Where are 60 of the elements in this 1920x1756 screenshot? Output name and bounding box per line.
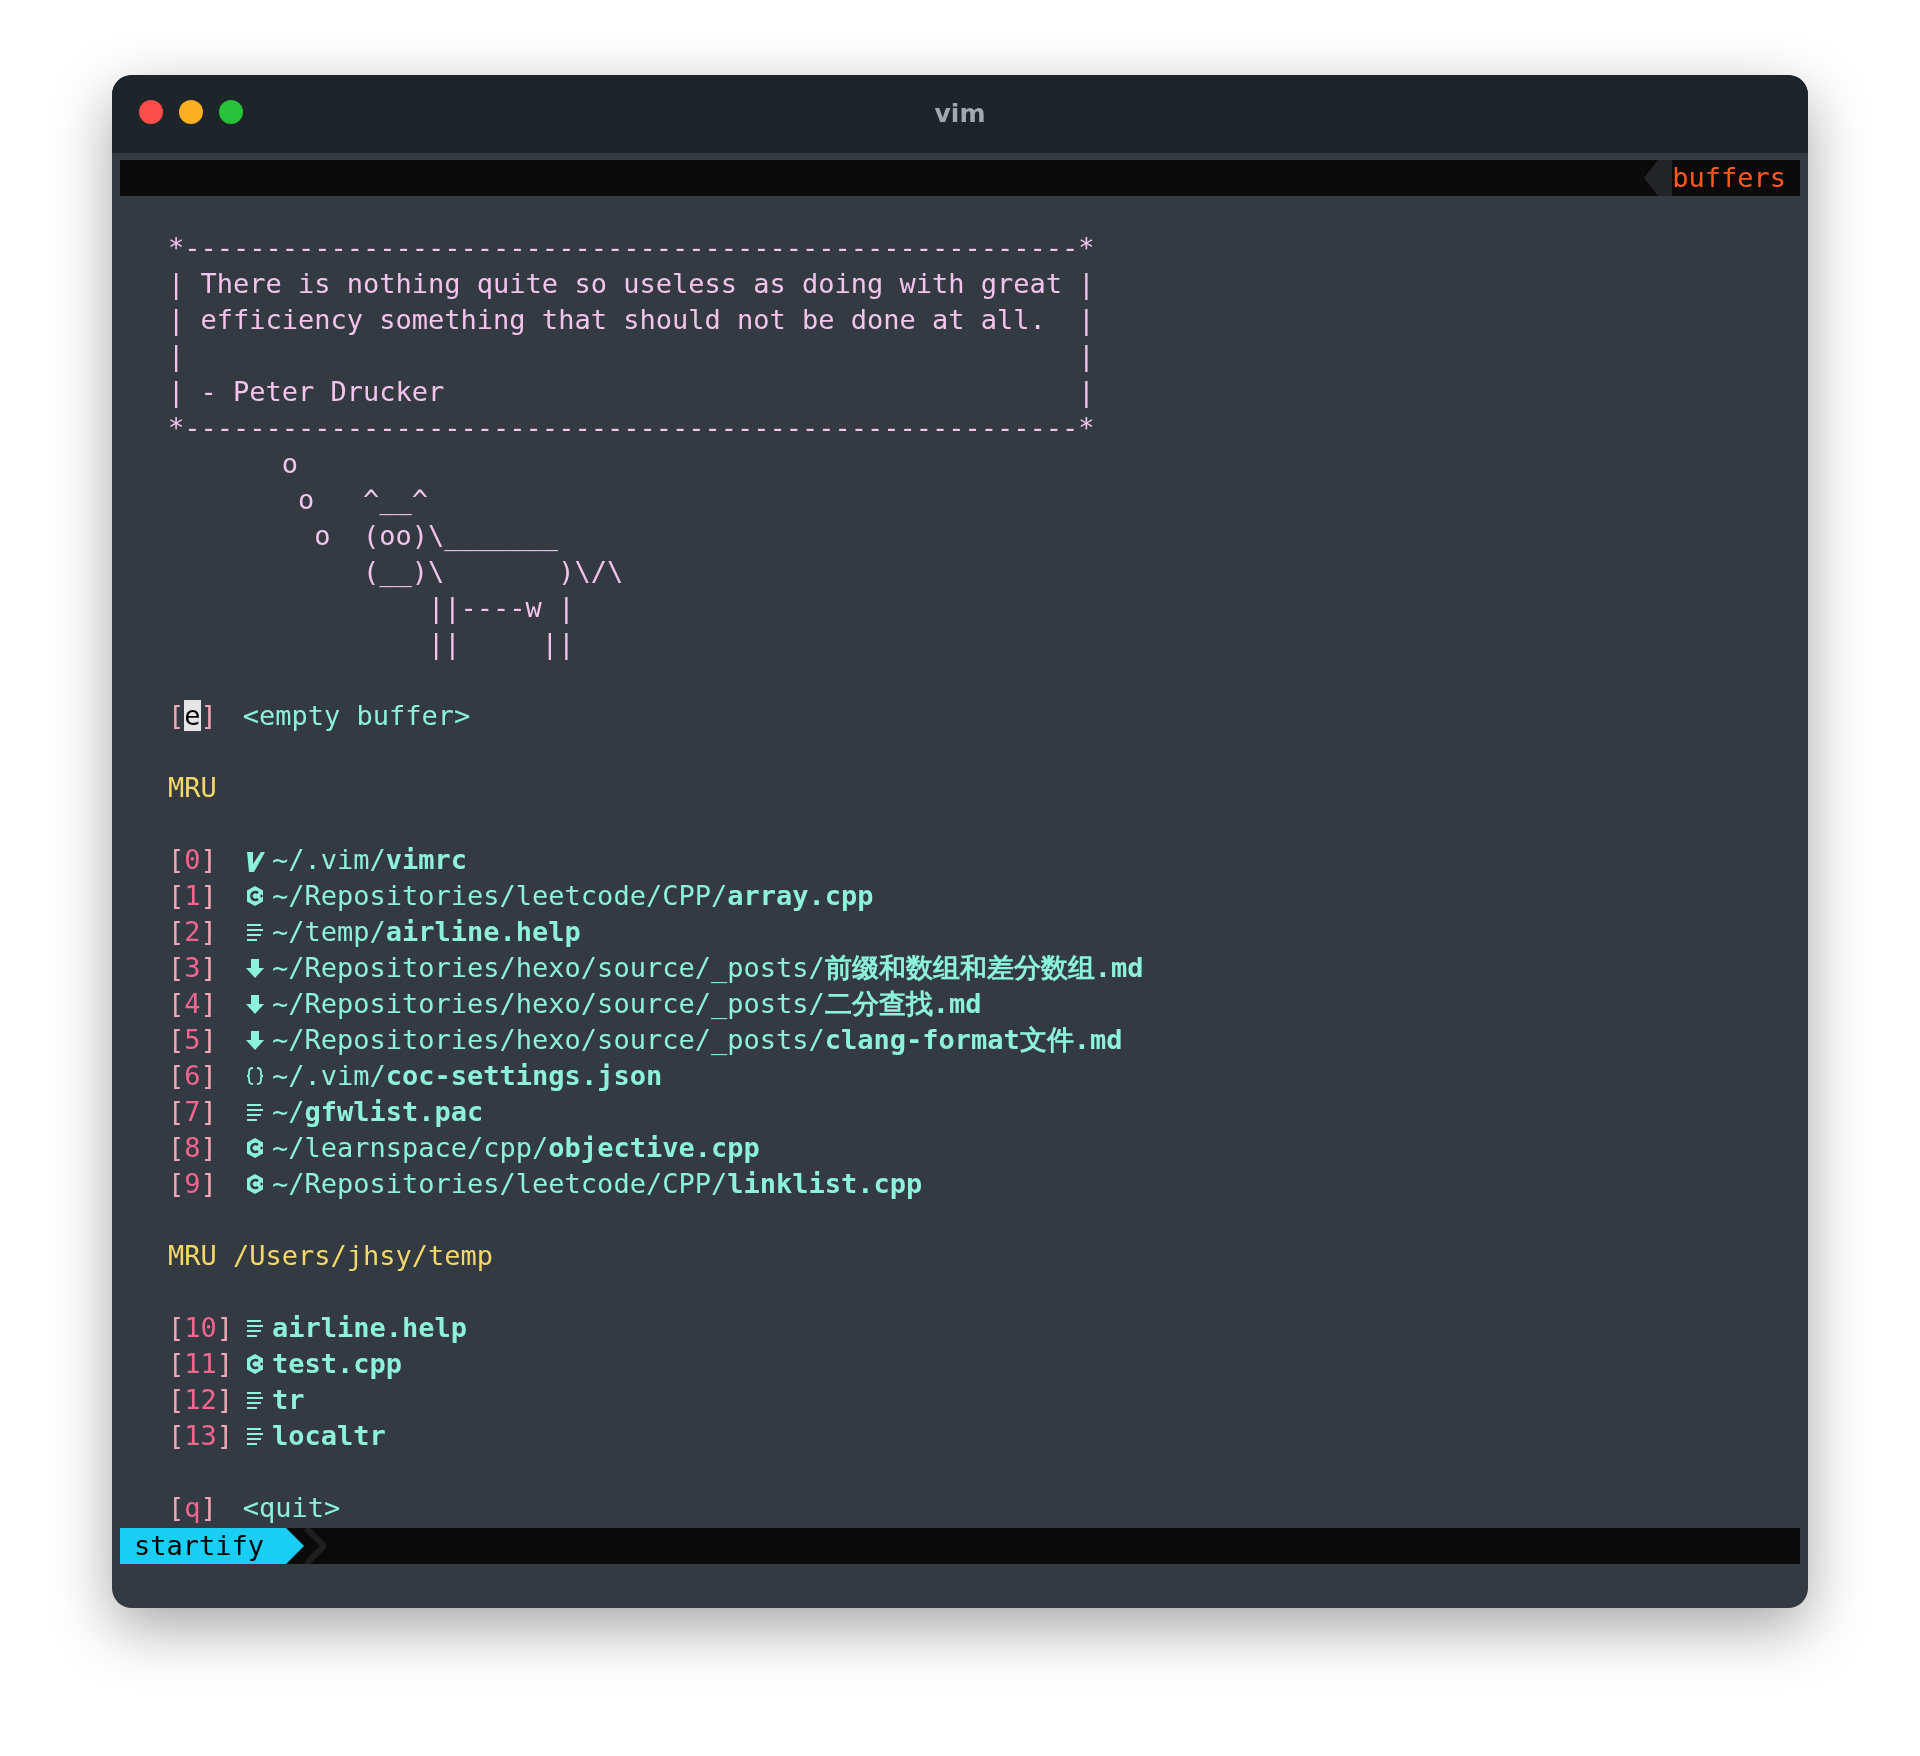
file-path[interactable]: ~/gfwlist.pac [272,1094,484,1130]
close-button[interactable] [139,100,163,124]
item-index[interactable]: [0] [168,844,217,875]
section-heading: MRU [168,771,218,805]
section-heading: MRU /Users/jhsy/temp [168,1239,495,1273]
file-path[interactable]: ~/.vim/vimrc [272,842,468,878]
ascii-art-line: | efficiency something that should not be done at all. | [168,303,1095,338]
ascii-art-line: o ^__^ [297,483,429,517]
file-path[interactable]: ~/Repositories/leetcode/CPP/array.cpp [272,878,874,914]
item-index[interactable]: [11] [168,1348,234,1379]
ascii-art-line: ||----w | [427,591,575,626]
ascii-art-line: *-------------------------------------------------------* [168,231,1095,265]
ascii-art-line: o [280,447,299,481]
action-entry[interactable]: <quit> [242,1490,341,1526]
item-index[interactable]: [5] [168,1024,217,1055]
file-path[interactable]: localtr [272,1418,386,1454]
file-path[interactable]: ~/Repositories/leetcode/CPP/linklist.cpp [272,1166,923,1202]
item-index[interactable]: [10] [168,1312,234,1343]
action-entry[interactable]: <empty buffer> [242,698,471,734]
file-path[interactable]: ~/Repositories/hexo/source/_posts/clang-format文件.md [272,1022,1123,1058]
window-title: vim [934,99,986,128]
cpp-icon [244,1172,265,1196]
down-arrow-icon [244,992,265,1016]
cpp-icon [244,884,265,908]
item-index[interactable]: [13] [168,1420,234,1451]
ascii-art-line: o (oo)\_______ [313,519,559,553]
ascii-art-line: | There is nothing quite so useless as doing with great | [168,267,1095,302]
down-arrow-icon [244,1028,265,1052]
item-index[interactable]: [8] [168,1132,217,1163]
mode-indicator: startify [120,1528,305,1564]
file-path[interactable]: airline.help [272,1310,468,1346]
zoom-button[interactable] [219,100,243,124]
item-index[interactable]: [e] [168,700,217,731]
ascii-art-line: || || [427,627,575,662]
minimize-button[interactable] [179,100,203,124]
file-path[interactable]: ~/Repositories/hexo/source/_posts/前缀和数组和差分数组.md [272,950,1144,986]
item-index[interactable]: [3] [168,952,217,983]
item-index[interactable]: [4] [168,988,217,1019]
separator-icon [304,1528,327,1564]
item-index[interactable]: [1] [168,880,217,911]
item-index[interactable]: [2] [168,916,217,947]
cpp-icon [244,1352,265,1376]
item-index[interactable]: [9] [168,1168,217,1199]
item-index[interactable]: [q] [168,1492,217,1523]
cpp-icon [244,1136,265,1160]
ascii-art-line: *-------------------------------------------------------* [168,411,1095,445]
item-index[interactable]: [12] [168,1384,234,1415]
down-arrow-icon [244,956,265,980]
file-path[interactable]: ~/.vim/coc-settings.json [272,1058,663,1094]
ascii-art-line: (__)\ )\/\ [362,555,624,589]
file-path[interactable]: test.cpp [272,1346,403,1382]
ascii-art-line: | - Peter Drucker | [168,375,1095,410]
item-index[interactable]: [6] [168,1060,217,1091]
file-path[interactable]: ~/learnspace/cpp/objective.cpp [272,1130,760,1166]
braces-icon [244,1064,265,1088]
file-path[interactable]: tr [272,1382,305,1418]
ascii-art-line: | | [168,339,1095,374]
file-path[interactable]: ~/Repositories/hexo/source/_posts/二分查找.md [272,986,982,1022]
item-index[interactable]: [7] [168,1096,217,1127]
file-path[interactable]: ~/temp/airline.help [272,914,581,950]
